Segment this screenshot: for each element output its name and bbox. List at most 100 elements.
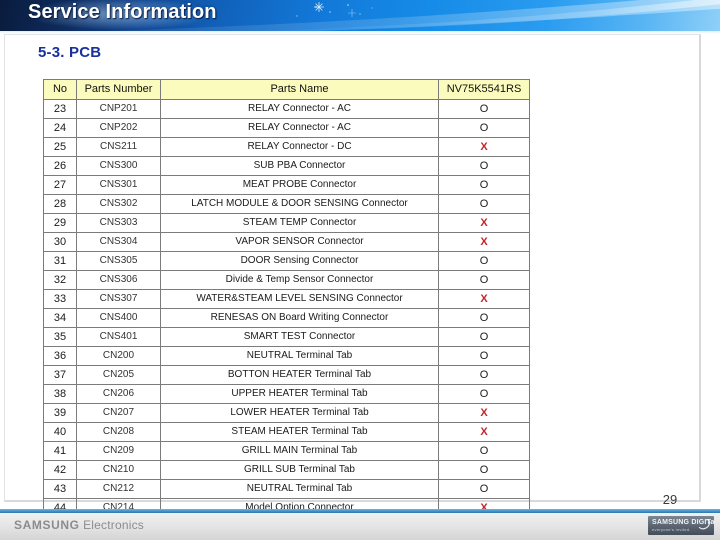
column-header-model: NV75K5541RS <box>438 79 530 100</box>
table-row: 38 CN206 UPPER HEATER Terminal Tab O <box>43 384 530 404</box>
table-row: 42 CN210 GRILL SUB Terminal Tab O <box>43 460 530 480</box>
cell-no: 33 <box>43 289 77 309</box>
cell-no: 40 <box>43 422 77 442</box>
cell-parts-name: RELAY Connector - AC <box>160 99 439 119</box>
cell-parts-name: STEAM HEATER Terminal Tab <box>160 422 439 442</box>
cell-no: 39 <box>43 403 77 423</box>
cell-parts-number: CN207 <box>76 403 161 423</box>
cell-model-mark: O <box>438 175 530 195</box>
cell-parts-number: CNS305 <box>76 251 161 271</box>
table-row: 29 CNS303 STEAM TEMP Connector X <box>43 213 530 233</box>
cell-no: 35 <box>43 327 77 347</box>
table-row: 39 CN207 LOWER HEATER Terminal Tab X <box>43 403 530 423</box>
cell-parts-number: CNS211 <box>76 137 161 157</box>
table-row: 33 CNS307 WATER&STEAM LEVEL SENSING Connec… <box>43 289 530 309</box>
cell-parts-name: LOWER HEATER Terminal Tab <box>160 403 439 423</box>
cell-parts-number: CNS303 <box>76 213 161 233</box>
cell-parts-name: STEAM TEMP Connector <box>160 213 439 233</box>
cell-model-mark: O <box>438 441 530 461</box>
cell-parts-name: GRILL SUB Terminal Tab <box>160 460 439 480</box>
slide-root: Service Information 5-3. PCB No Parts Nu… <box>0 0 720 540</box>
section-heading: 5-3. PCB <box>38 44 102 61</box>
cell-parts-name: LATCH MODULE & DOOR SENSING Connector <box>160 194 439 214</box>
cell-model-mark: O <box>438 308 530 328</box>
cell-parts-name: NEUTRAL Terminal Tab <box>160 479 439 499</box>
cell-parts-name: DOOR Sensing Connector <box>160 251 439 271</box>
cell-model-mark: O <box>438 99 530 119</box>
cell-model-mark: O <box>438 270 530 290</box>
cell-model-mark: O <box>438 460 530 480</box>
parts-table-header: No Parts Number Parts Name NV75K5541RS <box>43 79 530 100</box>
table-row: 31 CNS305 DOOR Sensing Connector O <box>43 251 530 271</box>
cell-model-mark: O <box>438 346 530 366</box>
cell-no: 26 <box>43 156 77 176</box>
cell-parts-number: CNP202 <box>76 118 161 138</box>
cell-parts-name: RENESAS ON Board Writing Connector <box>160 308 439 328</box>
cell-parts-name: Divide & Temp Sensor Connector <box>160 270 439 290</box>
cell-parts-name: UPPER HEATER Terminal Tab <box>160 384 439 404</box>
header-banner: Service Information <box>0 0 720 31</box>
cell-parts-name: SMART TEST Connector <box>160 327 439 347</box>
cell-parts-name: RELAY Connector - AC <box>160 118 439 138</box>
cell-no: 24 <box>43 118 77 138</box>
digitall-logo-tagline: everyone's invited. <box>652 527 691 532</box>
samsung-digitall-logo: SAMSUNG DIGITall everyone's invited. <box>648 516 714 535</box>
cell-parts-number: CN205 <box>76 365 161 385</box>
cell-no: 32 <box>43 270 77 290</box>
cell-model-mark: O <box>438 479 530 499</box>
cell-model-mark: X <box>438 422 530 442</box>
table-row: 36 CN200 NEUTRAL Terminal Tab O <box>43 346 530 366</box>
cell-parts-name: RELAY Connector - DC <box>160 137 439 157</box>
cell-no: 28 <box>43 194 77 214</box>
table-row: 35 CNS401 SMART TEST Connector O <box>43 327 530 347</box>
page-number: 29 <box>662 492 678 507</box>
table-header-row: No Parts Number Parts Name NV75K5541RS <box>43 79 530 100</box>
cell-parts-number: CNS306 <box>76 270 161 290</box>
table-row: 25 CNS211 RELAY Connector - DC X <box>43 137 530 157</box>
column-header-name: Parts Name <box>160 79 439 100</box>
cell-parts-number: CNS307 <box>76 289 161 309</box>
cell-model-mark: O <box>438 251 530 271</box>
parts-table-body: 23 CNP201 RELAY Connector - AC O 24 CNP202 REL… <box>43 99 530 518</box>
column-header-no: No <box>43 79 77 100</box>
parts-table: No Parts Number Parts Name NV75K5541RS 2… <box>43 79 530 518</box>
cell-parts-number: CN212 <box>76 479 161 499</box>
cell-no: 23 <box>43 99 77 119</box>
cell-parts-number: CN210 <box>76 460 161 480</box>
table-row: 43 CN212 NEUTRAL Terminal Tab O <box>43 479 530 499</box>
cell-parts-number: CN200 <box>76 346 161 366</box>
cell-no: 37 <box>43 365 77 385</box>
table-row: 37 CN205 BOTTON HEATER Terminal Tab O <box>43 365 530 385</box>
cell-parts-name: GRILL MAIN Terminal Tab <box>160 441 439 461</box>
table-row: 28 CNS302 LATCH MODULE & DOOR SENSING Conn… <box>43 194 530 214</box>
cell-no: 36 <box>43 346 77 366</box>
cell-parts-number: CNS304 <box>76 232 161 252</box>
cell-parts-name: WATER&STEAM LEVEL SENSING Connector <box>160 289 439 309</box>
cell-model-mark: X <box>438 403 530 423</box>
table-row: 34 CNS400 RENESAS ON Board Writing Connect… <box>43 308 530 328</box>
footer-brand-sub: Electronics <box>79 518 144 532</box>
table-row: 24 CNP202 RELAY Connector - AC O <box>43 118 530 138</box>
table-row: 41 CN209 GRILL MAIN Terminal Tab O <box>43 441 530 461</box>
cell-model-mark: X <box>438 289 530 309</box>
cell-no: 30 <box>43 232 77 252</box>
cell-parts-number: CNS400 <box>76 308 161 328</box>
cell-parts-name: SUB PBA Connector <box>160 156 439 176</box>
cell-parts-number: CN209 <box>76 441 161 461</box>
table-row: 23 CNP201 RELAY Connector - AC O <box>43 99 530 119</box>
cell-parts-number: CNS301 <box>76 175 161 195</box>
cell-parts-number: CN208 <box>76 422 161 442</box>
cell-no: 43 <box>43 479 77 499</box>
cell-model-mark: X <box>438 137 530 157</box>
cell-parts-name: BOTTON HEATER Terminal Tab <box>160 365 439 385</box>
cell-parts-number: CNS300 <box>76 156 161 176</box>
cell-no: 25 <box>43 137 77 157</box>
cell-no: 38 <box>43 384 77 404</box>
cell-no: 34 <box>43 308 77 328</box>
cell-model-mark: O <box>438 118 530 138</box>
table-row: 27 CNS301 MEAT PROBE Connector O <box>43 175 530 195</box>
table-row: 32 CNS306 Divide & Temp Sensor Connector O <box>43 270 530 290</box>
cell-parts-number: CNS401 <box>76 327 161 347</box>
digitall-logo-text: SAMSUNG DIGITall <box>652 519 714 526</box>
cell-parts-number: CNP201 <box>76 99 161 119</box>
